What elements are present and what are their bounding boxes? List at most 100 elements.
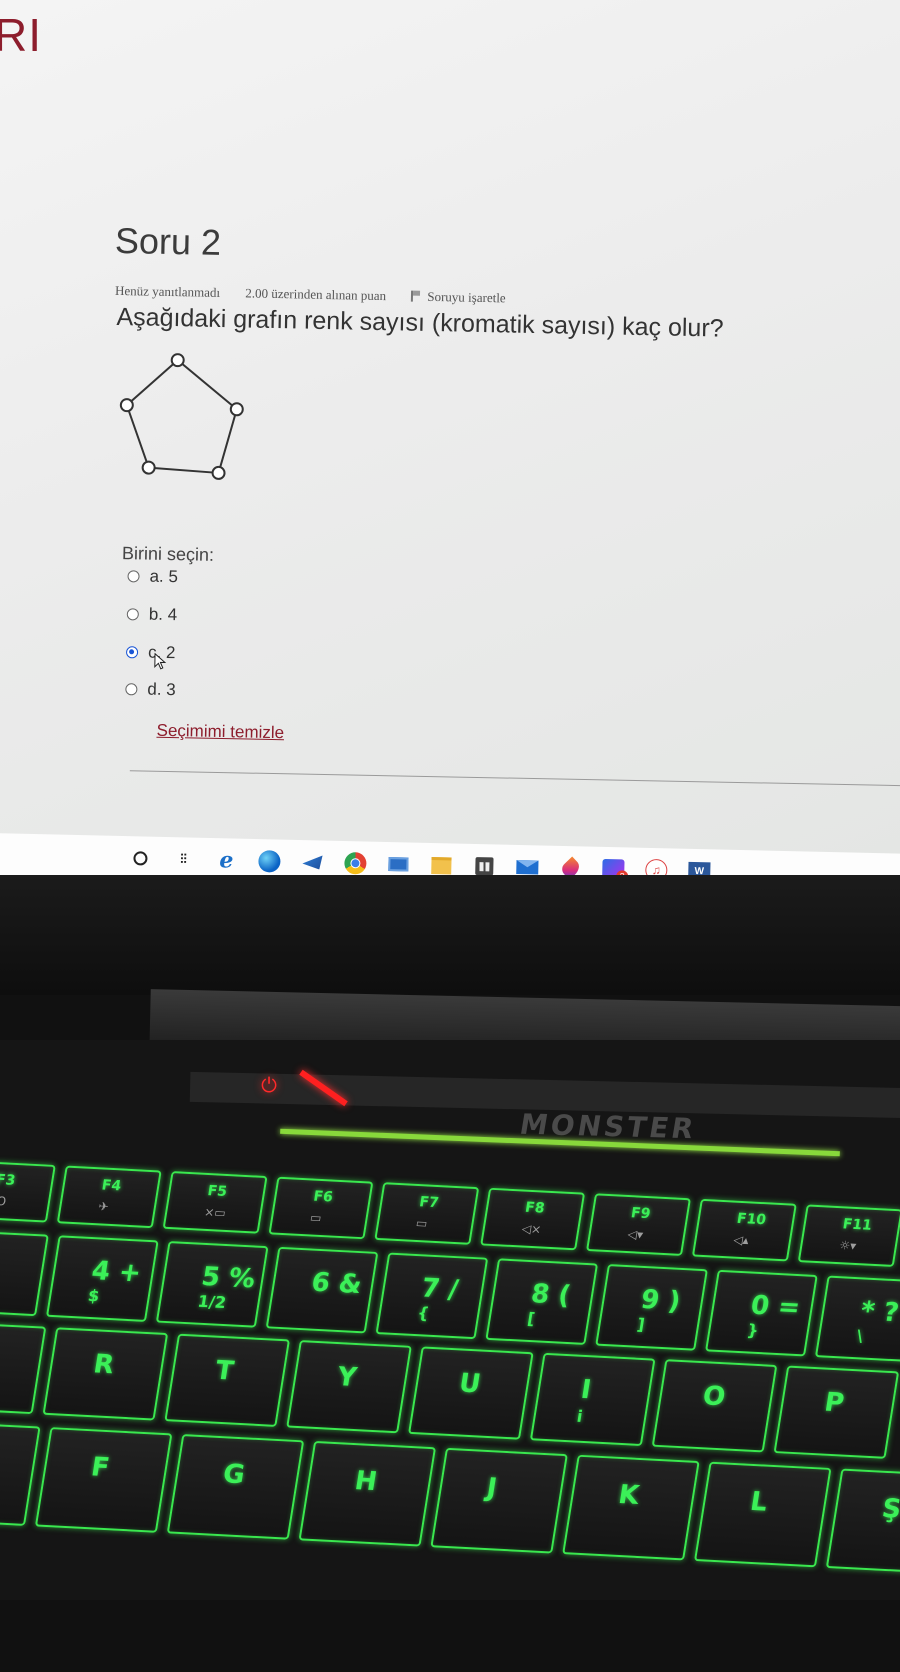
flag-question-link[interactable]: Soruyu işaretle [411,289,528,306]
key-sublabel: /O [0,1194,8,1209]
option-a[interactable]: a. 5 [127,566,178,587]
key-f3[interactable]: F3/O [0,1160,56,1223]
key-h[interactable]: H [298,1440,437,1547]
key-label: F4 [100,1177,123,1194]
key-sublabel: ◁× [520,1221,543,1237]
option-b-radio[interactable] [126,608,139,621]
key-sublabel: [ [525,1308,537,1329]
key-f8[interactable]: F8 ◁× [480,1187,586,1251]
key-*-?[interactable]: * ? \ [814,1275,900,1363]
question-title: Soru 2 [114,219,222,263]
graph-vertex [211,465,226,480]
key-label: F8 [523,1199,546,1217]
key-l[interactable]: L [693,1461,832,1568]
key-edge-0[interactable] [0,1229,49,1317]
key-label: F7 [418,1193,440,1211]
question-card: Soru 2 Henüz yanıtlanmadı 2.00 üzerinden… [0,0,900,880]
graph-vertices [119,353,244,480]
pentagon-graph-image [119,353,244,480]
key-f11[interactable]: F11 ☼▾ [797,1204,900,1268]
choose-one-label: Birini seçin: [121,543,215,565]
graph-edges [125,359,238,474]
edge-icon[interactable] [256,848,283,875]
graph-edge [217,408,238,474]
key-4-+[interactable]: 4 + $ [45,1235,159,1322]
question-divider [129,770,900,787]
key-7-/[interactable]: 7 /{ [375,1252,489,1340]
power-button[interactable]: ⏻ [256,1072,282,1098]
key-label: F6 [312,1188,335,1206]
key-label: P [822,1388,847,1419]
share-icon[interactable] [299,849,326,876]
key-label: K [616,1480,642,1511]
task-view-icon[interactable]: ⫶⫶ [170,846,197,873]
key-j[interactable]: J [430,1447,568,1554]
option-d[interactable]: d. 3 [125,679,176,700]
key-g[interactable]: G [166,1434,305,1540]
key-label: 7 / [419,1273,461,1306]
option-d-radio[interactable] [125,683,138,696]
question-status: Henüz yanıtlanmadı [114,282,221,300]
clear-selection-link[interactable]: Seçimimi temizle [156,721,284,743]
mouse-cursor-icon [154,652,167,670]
laptop-bezel [0,875,900,995]
key-u[interactable]: U [408,1346,534,1440]
monitor-icon[interactable] [385,851,412,878]
key-ş[interactable]: Ş [825,1468,900,1575]
key-f4[interactable]: F4 ✈ [56,1165,162,1229]
key-f6[interactable]: F6 ▭ [268,1176,374,1240]
key-label: T [213,1356,236,1387]
option-c[interactable]: c. 2 [125,642,176,663]
flag-question-label: Soruyu işaretle [427,288,506,306]
internet-explorer-icon[interactable]: e [213,847,240,874]
graph-edge [126,359,179,406]
key-label: U [456,1369,483,1400]
key-label: 6 & [309,1267,364,1301]
key-5-%[interactable]: 5 % 1/2 [155,1241,269,1328]
key-f[interactable]: F [34,1427,173,1533]
key-i[interactable]: Ii [529,1352,656,1447]
graph-edge [148,466,219,474]
key-label: L [748,1487,770,1518]
key-f7[interactable]: F7 ▭ [374,1182,480,1245]
key-sublabel: ✈ [97,1199,110,1215]
option-d-label: d. 3 [147,679,176,700]
graph-vertex [141,460,156,475]
option-c-radio[interactable] [125,646,139,659]
key-p[interactable]: P [773,1365,900,1459]
key-label: 0 = [748,1290,803,1324]
key-t[interactable]: T [164,1333,291,1427]
key-o[interactable]: O [651,1359,778,1453]
search-icon[interactable] [127,845,154,872]
key-y[interactable]: Y [286,1340,412,1434]
option-b[interactable]: b. 4 [126,604,177,625]
key-k[interactable]: K [562,1454,700,1561]
chrome-icon[interactable] [342,850,369,877]
key-e[interactable]: E€ [0,1320,47,1415]
key-r[interactable]: R [42,1327,169,1421]
key-label: 5 % [199,1262,258,1295]
key-6-&[interactable]: 6 & [265,1246,379,1334]
key-sublabel: \ [855,1326,865,1346]
key-sublabel: 1/2 [196,1291,228,1312]
key-sublabel: { [416,1303,431,1323]
key-label: H [352,1466,380,1498]
key-label: J [484,1473,499,1504]
key-9-)[interactable]: 9 )] [595,1264,708,1351]
key-label: F5 [206,1182,229,1200]
key-f5[interactable]: F5 ×▭ [162,1171,268,1234]
key-8-([interactable]: 8 ([ [485,1258,599,1345]
key-sublabel: $ [86,1285,101,1306]
key-sublabel: i [575,1407,584,1427]
key-label: I [578,1375,594,1406]
key-f10[interactable]: F10 ◁▴ [691,1198,797,1262]
key-label: Y [335,1362,359,1394]
graph-vertex [229,402,244,417]
question-points: 2.00 üzerinden alınan puan [245,285,387,304]
key-f9[interactable]: F9 ◁▾ [586,1193,691,1256]
key-edge-0[interactable] [0,1420,41,1526]
graph-vertex [119,398,134,413]
key-sublabel: ×▭ [203,1205,227,1221]
key-0-=[interactable]: 0 =} [705,1269,818,1357]
option-a-radio[interactable] [127,570,140,583]
